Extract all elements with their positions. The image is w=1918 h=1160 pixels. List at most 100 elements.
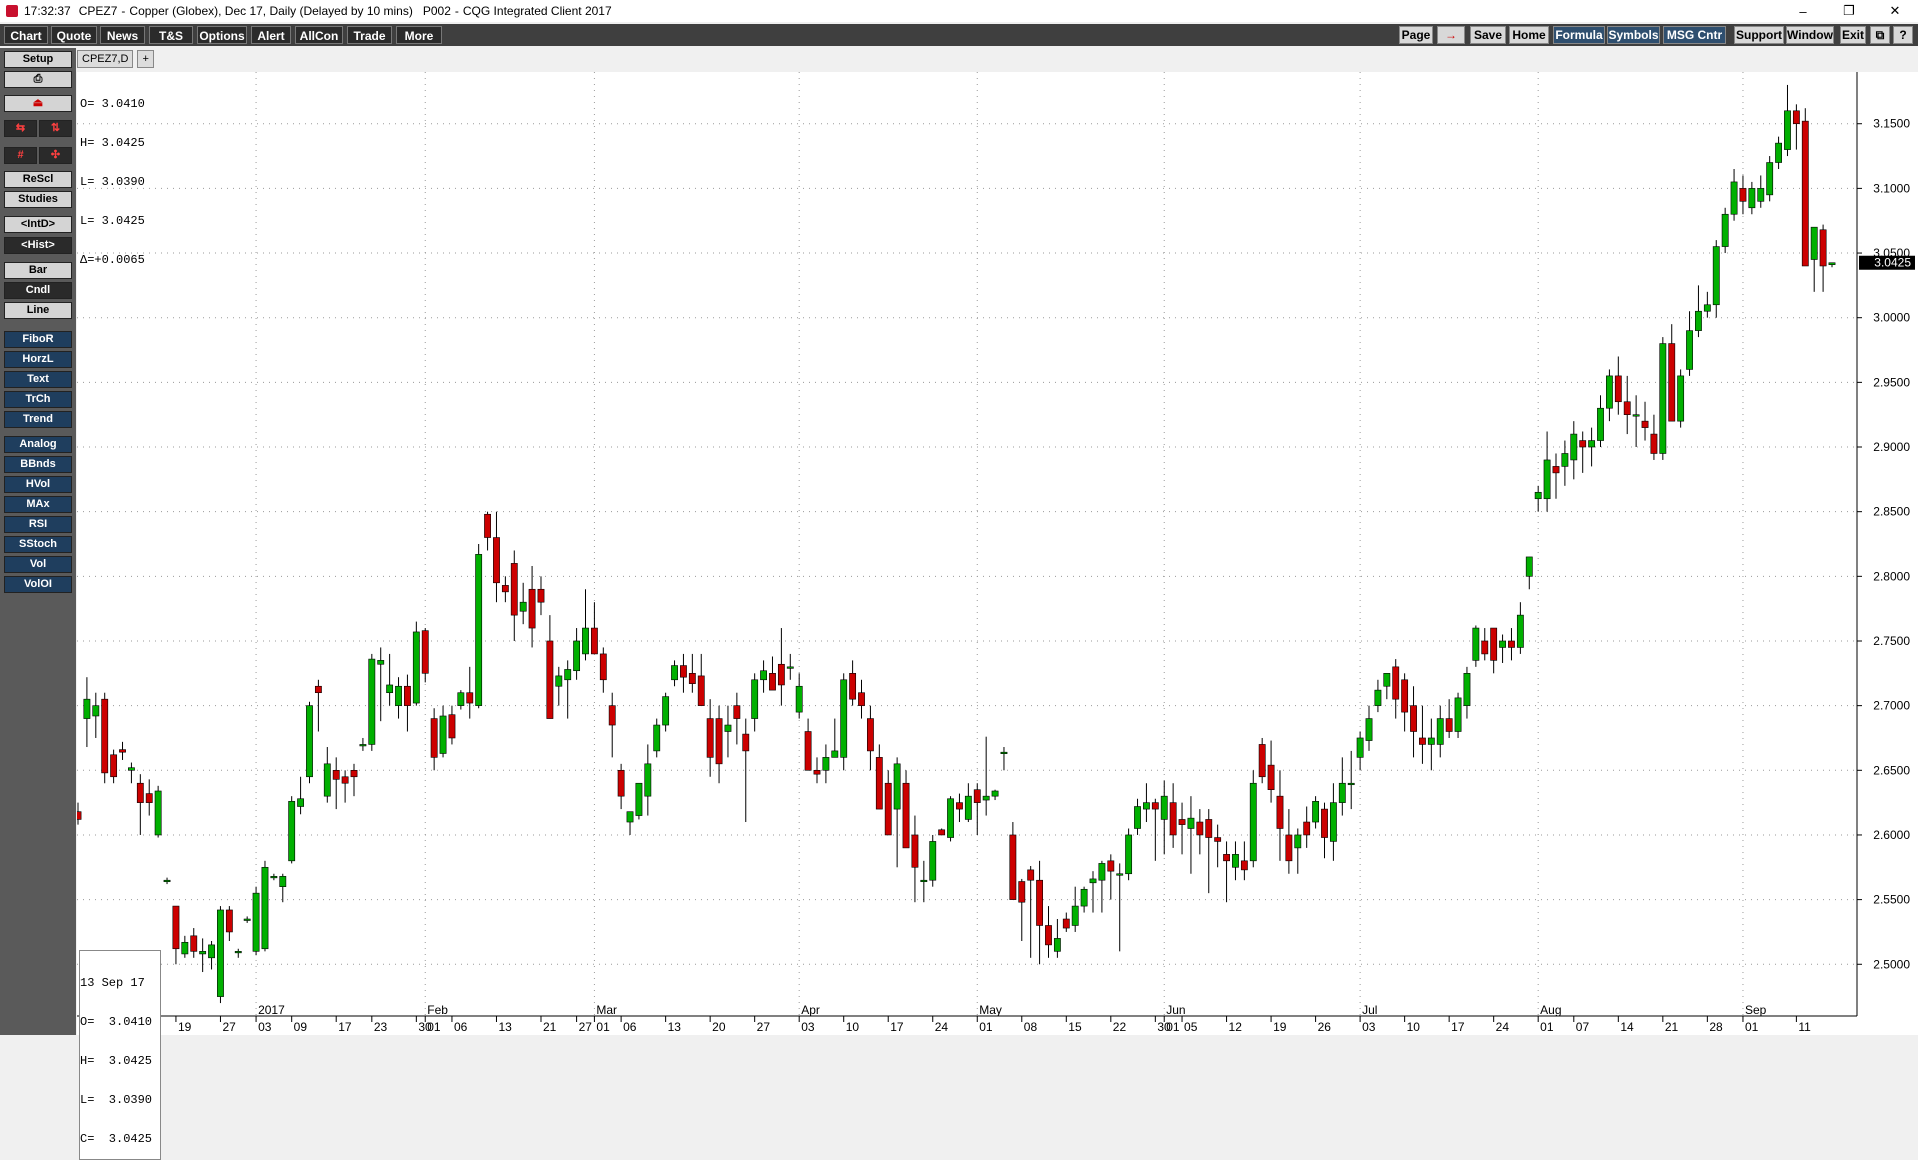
symbols-button[interactable]: Symbols: [1607, 26, 1660, 44]
x-month-label: Apr: [801, 1003, 820, 1017]
tab-cpez7-daily[interactable]: CPEZ7,D: [77, 50, 134, 68]
candle-down: [1223, 854, 1230, 862]
scroll-left-button[interactable]: ⇆: [4, 120, 37, 137]
studies-button[interactable]: Studies: [4, 191, 72, 208]
study-sstoch-button[interactable]: SStoch: [4, 536, 72, 553]
exit-button[interactable]: Exit: [1840, 26, 1866, 44]
msg-center-button[interactable]: MSG Cntr: [1663, 26, 1726, 44]
candle-down: [911, 834, 919, 868]
menu-trade[interactable]: Trade: [347, 26, 392, 44]
x-day-label: 27: [757, 1020, 771, 1034]
fibonacci-tool-button[interactable]: FiboR: [4, 331, 72, 348]
expand-button[interactable]: ✣: [39, 147, 72, 164]
study-hvol-button[interactable]: HVol: [4, 476, 72, 493]
study-voloi-button[interactable]: VolOI: [4, 576, 72, 593]
candle-down: [1009, 834, 1017, 900]
candle-down: [902, 782, 910, 849]
x-day-label: 13: [668, 1020, 682, 1034]
candle-down: [136, 782, 144, 803]
candle-up: [1071, 905, 1079, 926]
candle-chart-button[interactable]: Cndl: [4, 282, 72, 299]
save-button[interactable]: Save: [1470, 26, 1506, 44]
study-analog-button[interactable]: Analog: [4, 436, 72, 453]
formula-button[interactable]: Formula: [1553, 26, 1605, 44]
study-vol-button[interactable]: Vol: [4, 556, 72, 573]
candle-down: [119, 749, 126, 753]
page-button[interactable]: Page: [1399, 26, 1433, 44]
window-button[interactable]: Window: [1786, 26, 1834, 44]
x-day-label: 10: [846, 1020, 860, 1034]
x-day-label: 26: [1318, 1020, 1332, 1034]
title-bar: 17:32:37 CPEZ7 - Copper (Globex), Dec 17…: [0, 0, 1918, 22]
close-button[interactable]: ✕: [1872, 0, 1918, 22]
candle-up: [1089, 878, 1097, 884]
x-day-label: 01: [1745, 1020, 1759, 1034]
candle-up: [929, 841, 937, 881]
menu-allcon[interactable]: AllCon: [295, 26, 343, 44]
candle-up: [555, 675, 563, 687]
scroll-right-button[interactable]: ⇅: [39, 120, 72, 137]
trend-channel-tool-button[interactable]: TrCh: [4, 391, 72, 408]
x-day-label: 17: [338, 1020, 352, 1034]
menu-more[interactable]: More: [396, 26, 442, 44]
candle-down: [421, 630, 429, 674]
study-rsi-button[interactable]: RSI: [4, 516, 72, 533]
chart-tab-row: CPEZ7,D +: [77, 50, 158, 68]
study-max-button[interactable]: MAx: [4, 496, 72, 513]
x-day-label: 21: [1665, 1020, 1679, 1034]
home-button[interactable]: Home: [1509, 26, 1549, 44]
menu-news[interactable]: News: [100, 26, 145, 44]
candle-up: [234, 951, 242, 954]
intraday-button[interactable]: <IntD>: [4, 216, 72, 233]
rescale-button[interactable]: ReScl: [4, 171, 72, 188]
setup-button[interactable]: Setup: [4, 51, 72, 68]
exit-chart-button[interactable]: ⏏: [4, 95, 72, 112]
candle-up: [1757, 188, 1765, 202]
y-tick-label: 2.6500: [1873, 763, 1910, 777]
candle-up: [261, 866, 269, 950]
menu-chart[interactable]: Chart: [4, 26, 48, 44]
add-tab-button[interactable]: +: [137, 50, 154, 68]
restore-window-icon[interactable]: ⧉: [1870, 26, 1890, 44]
history-button[interactable]: <Hist>: [4, 237, 72, 254]
x-month-label: Sep: [1745, 1003, 1767, 1017]
candlestick-chart-svg[interactable]: 2.5000 2.5500 2.6000 2.6500 2.7000 2.7500 2.80…: [74, 72, 1918, 1035]
help-button[interactable]: ?: [1893, 26, 1913, 44]
x-month-label: Aug: [1540, 1003, 1561, 1017]
bar-chart-button[interactable]: Bar: [4, 262, 72, 279]
page-next-button[interactable]: →: [1437, 26, 1465, 44]
candle-up: [1659, 343, 1667, 454]
candle-up: [1329, 802, 1337, 842]
candle-down: [688, 673, 696, 684]
trend-tool-button[interactable]: Trend: [4, 411, 72, 428]
menu-alert[interactable]: Alert: [251, 26, 291, 44]
x-day-label: 06: [623, 1020, 637, 1034]
candle-up: [1116, 873, 1124, 876]
candle-up: [297, 798, 305, 807]
restore-button[interactable]: ❐: [1826, 0, 1872, 22]
horizontal-line-tool-button[interactable]: HorzL: [4, 351, 72, 368]
candle-down: [1614, 375, 1622, 403]
line-chart-button[interactable]: Line: [4, 302, 72, 319]
candle-down: [1801, 120, 1809, 267]
candle-down: [680, 665, 687, 678]
minimize-button[interactable]: –: [1780, 0, 1826, 22]
menu-ts[interactable]: T&S: [149, 26, 193, 44]
candle-up: [1712, 246, 1720, 306]
menu-options[interactable]: Options: [197, 26, 247, 44]
candle-down: [341, 776, 349, 784]
candle-up: [724, 724, 732, 732]
candle-up: [920, 879, 928, 883]
print-button[interactable]: ⎙: [4, 71, 72, 88]
compress-button[interactable]: #: [4, 147, 37, 164]
price-chart[interactable]: 2.5000 2.5500 2.6000 2.6500 2.7000 2.7500 2.80…: [74, 72, 1918, 1035]
study-bbands-button[interactable]: BBnds: [4, 456, 72, 473]
candle-up: [1499, 640, 1506, 648]
menu-quote[interactable]: Quote: [51, 26, 97, 44]
candle-down: [1321, 808, 1328, 838]
candle-up: [1570, 433, 1578, 461]
candle-up: [1775, 142, 1782, 163]
support-button[interactable]: Support: [1734, 26, 1784, 44]
candle-up: [1534, 491, 1542, 500]
text-tool-button[interactable]: Text: [4, 371, 72, 388]
